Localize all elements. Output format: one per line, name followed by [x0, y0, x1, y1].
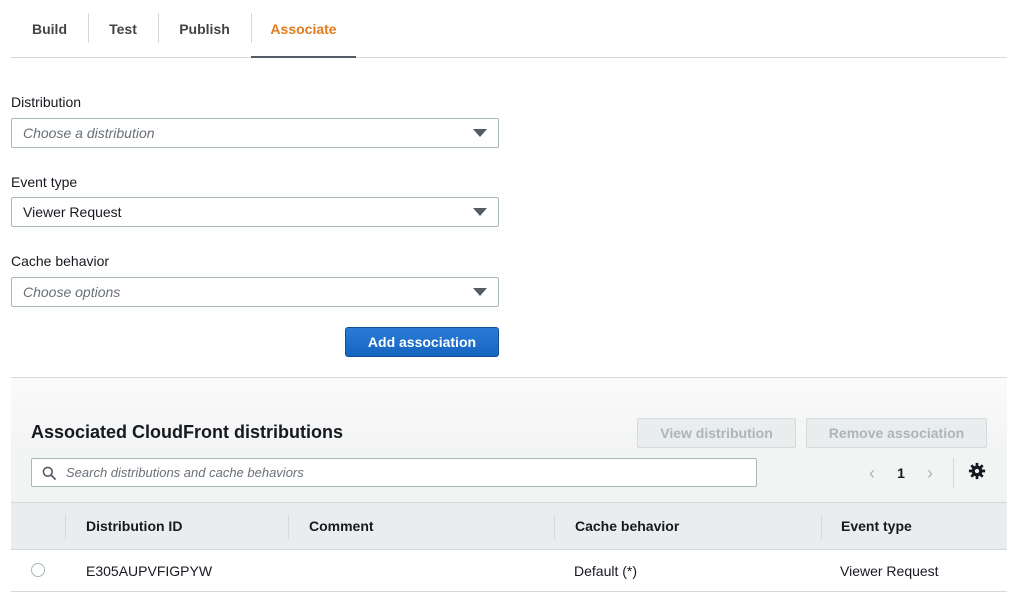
search-icon [42, 466, 56, 480]
table-row[interactable]: E305AUPVFIGPYW Default (*) Viewer Reques… [11, 550, 1007, 592]
column-divider [554, 515, 555, 539]
pager-divider [953, 458, 954, 488]
search-input[interactable] [64, 464, 756, 481]
search-box[interactable] [31, 458, 757, 487]
column-divider [65, 515, 66, 539]
cell-event-type: Viewer Request [840, 562, 939, 579]
column-header-cache-behavior[interactable]: Cache behavior [575, 503, 679, 549]
chevron-right-icon[interactable]: › [916, 463, 944, 484]
cache-behavior-placeholder: Choose options [23, 284, 121, 300]
associated-distributions-panel: Associated CloudFront distributions View… [11, 377, 1007, 592]
view-distribution-button[interactable]: View distribution [637, 418, 796, 448]
tab-associate[interactable]: Associate [251, 0, 356, 58]
event-type-select[interactable]: Viewer Request [11, 197, 499, 227]
column-divider [288, 515, 289, 539]
tab-publish[interactable]: Publish [158, 0, 251, 57]
panel-title: Associated CloudFront distributions [31, 422, 344, 442]
caret-down-icon [473, 129, 487, 137]
gear-icon[interactable] [968, 462, 986, 480]
event-type-value: Viewer Request [23, 204, 122, 220]
table-header: Distribution ID Comment Cache behavior E… [11, 502, 1007, 550]
add-association-button[interactable]: Add association [345, 327, 499, 357]
tab-bar: Build Test Publish Associate [11, 0, 1007, 58]
distribution-placeholder: Choose a distribution [23, 125, 155, 141]
column-header-comment[interactable]: Comment [309, 503, 374, 549]
event-type-label: Event type [11, 174, 78, 190]
column-header-event-type[interactable]: Event type [841, 503, 912, 549]
cell-cache-behavior: Default (*) [574, 562, 638, 579]
tab-build[interactable]: Build [11, 0, 88, 57]
distribution-select[interactable]: Choose a distribution [11, 118, 499, 148]
distribution-label: Distribution [11, 94, 82, 110]
caret-down-icon [473, 208, 487, 216]
page-number[interactable]: 1 [886, 465, 916, 481]
row-select-radio[interactable] [31, 563, 45, 577]
remove-association-button[interactable]: Remove association [806, 418, 987, 448]
column-header-distribution-id[interactable]: Distribution ID [86, 503, 182, 549]
cache-behavior-select[interactable]: Choose options [11, 277, 499, 307]
cell-distribution-id: E305AUPVFIGPYW [86, 562, 213, 579]
pagination: ‹ 1 › [858, 462, 944, 484]
caret-down-icon [473, 288, 487, 296]
tab-test[interactable]: Test [88, 0, 158, 57]
column-divider [821, 515, 822, 539]
cache-behavior-label: Cache behavior [11, 253, 110, 269]
chevron-left-icon[interactable]: ‹ [858, 463, 886, 484]
